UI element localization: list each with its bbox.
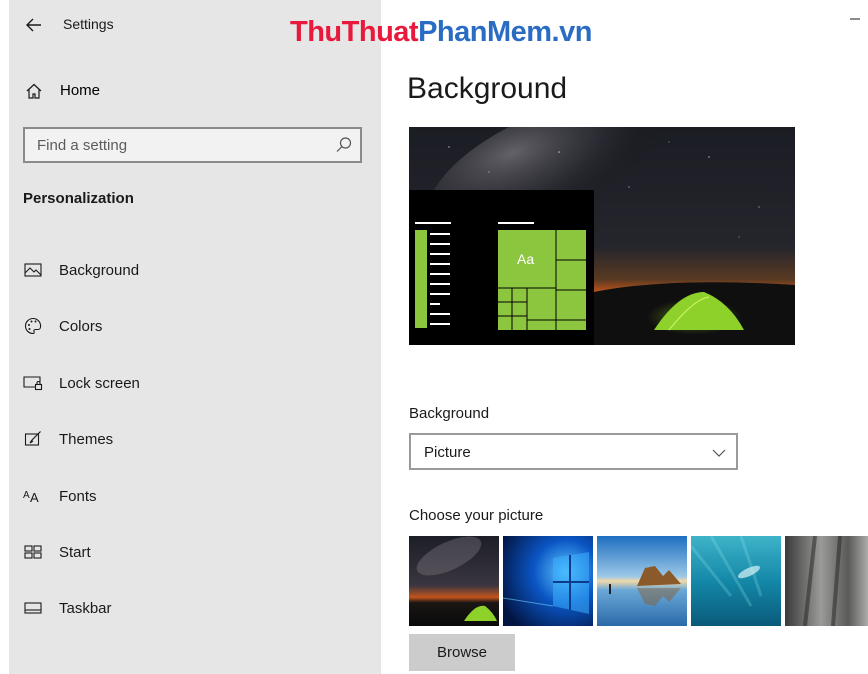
picture-thumbnail[interactable]	[503, 536, 593, 626]
background-label: Background	[409, 405, 490, 422]
picture-thumbnail[interactable]	[785, 536, 868, 626]
sidebar-item-themes[interactable]: Themes	[23, 423, 363, 455]
home-icon	[25, 82, 43, 105]
sidebar-item-taskbar[interactable]: Taskbar	[23, 592, 363, 624]
sidebar-item-start[interactable]: Start	[23, 536, 363, 568]
background-preview: Aa	[409, 127, 795, 345]
sidebar-item-label: Colors	[59, 318, 103, 335]
watermark-logo: ThuThuatPhanMem.vn	[290, 16, 592, 49]
picture-thumbnail[interactable]	[409, 536, 499, 626]
sidebar-item-colors[interactable]: Colors	[23, 310, 363, 342]
start-icon	[23, 542, 43, 562]
watermark-part1: ThuThuat	[290, 16, 419, 48]
dropdown-value: Picture	[424, 444, 471, 461]
sidebar-item-lock-screen[interactable]: Lock screen	[23, 367, 363, 399]
search-icon[interactable]	[335, 136, 353, 154]
back-arrow-icon[interactable]	[23, 14, 45, 36]
sidebar-item-label: Taskbar	[59, 600, 112, 617]
chevron-down-icon	[712, 446, 726, 458]
brush-icon	[23, 429, 43, 449]
tile-text: Aa	[517, 251, 535, 267]
font-icon: AA	[23, 486, 43, 506]
browse-button[interactable]: Browse	[409, 634, 515, 671]
picture-thumbnail[interactable]	[691, 536, 781, 626]
sidebar: Settings Home Personalization Background…	[9, 0, 381, 674]
sidebar-item-label: Start	[59, 544, 91, 561]
choose-picture-label: Choose your picture	[409, 507, 544, 524]
svg-text:A: A	[30, 490, 39, 504]
lock-screen-icon	[23, 373, 43, 393]
sidebar-item-background[interactable]: Background	[23, 254, 363, 286]
minimize-icon[interactable]	[848, 12, 862, 26]
palette-icon	[23, 316, 43, 336]
sidebar-item-label: Fonts	[59, 488, 97, 505]
background-dropdown[interactable]: Picture	[409, 433, 738, 470]
picture-thumbnail[interactable]	[597, 536, 687, 626]
search-input[interactable]	[25, 129, 325, 161]
sidebar-item-label: Themes	[59, 431, 114, 448]
picture-icon	[23, 260, 43, 280]
search-box	[23, 127, 362, 163]
sidebar-item-fonts[interactable]: AA Fonts	[23, 480, 363, 512]
section-title: Personalization	[23, 190, 134, 207]
sidebar-item-label: Background	[59, 262, 140, 279]
title-bar	[23, 10, 45, 40]
sidebar-item-label: Home	[60, 82, 101, 99]
svg-text:A: A	[23, 490, 30, 501]
app-title: Settings	[63, 16, 114, 32]
sidebar-item-label: Lock screen	[59, 375, 140, 392]
taskbar-icon	[23, 598, 43, 618]
watermark-part2: PhanMem.vn	[418, 16, 592, 48]
page-title: Background	[407, 72, 568, 105]
